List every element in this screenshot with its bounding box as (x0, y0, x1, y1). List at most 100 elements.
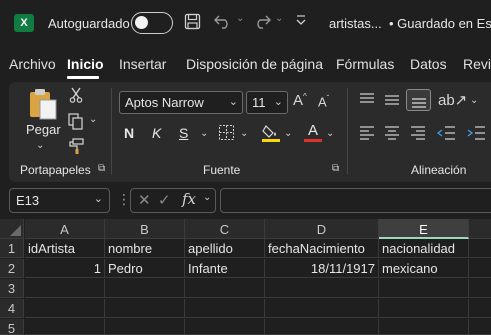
cell-e5[interactable] (379, 319, 469, 335)
cell-a1[interactable]: idArtista (25, 239, 105, 258)
autosave-toggle[interactable] (131, 12, 173, 34)
orientation-dropdown-icon[interactable]: ⌄ (470, 95, 478, 106)
cell-e2[interactable]: mexicano (379, 259, 469, 278)
undo-dropdown-icon[interactable]: ⌄ (236, 13, 244, 24)
increase-indent-icon[interactable] (466, 125, 486, 144)
font-color-dropdown-icon[interactable]: ⌄ (326, 128, 334, 139)
cell-e4[interactable] (379, 299, 469, 318)
row-header[interactable]: 5 (0, 319, 24, 335)
copy-icon[interactable] (67, 112, 85, 130)
underline-dropdown-icon[interactable]: ⌄ (200, 128, 208, 139)
dialog-launcher-icon[interactable]: ⧉ (98, 163, 105, 174)
row-header[interactable]: 1 (0, 239, 24, 258)
italic-button[interactable]: K (152, 125, 161, 141)
orientation-icon[interactable]: ab↗ (438, 91, 467, 109)
cell-e3[interactable] (379, 279, 469, 298)
tab-disposicion-pagina[interactable]: Disposición de página (186, 56, 323, 72)
fx-dropdown-icon[interactable]: ⌄ (203, 192, 211, 203)
font-name-combo[interactable]: Aptos Narrow ⌄ (119, 91, 243, 114)
column-header-d[interactable]: D (265, 219, 379, 239)
underline-button[interactable]: S (179, 125, 188, 141)
save-icon[interactable] (184, 13, 201, 35)
borders-dropdown-icon[interactable]: ⌄ (240, 128, 248, 139)
cell-c4[interactable] (185, 299, 265, 318)
font-size-combo[interactable]: 11 ⌄ (246, 91, 288, 114)
column-header-f[interactable] (469, 219, 491, 239)
tab-archivo[interactable]: Archivo (9, 56, 56, 72)
cell-a3[interactable] (25, 279, 105, 298)
name-box[interactable]: E13 ⌄ (9, 188, 110, 213)
tab-inicio[interactable]: Inicio (67, 56, 104, 72)
paste-icon[interactable] (27, 87, 59, 124)
select-all-corner[interactable] (0, 219, 24, 239)
enter-icon[interactable]: ✓ (158, 191, 171, 209)
cut-icon[interactable] (68, 86, 84, 104)
tab-datos[interactable]: Datos (410, 56, 447, 72)
column-header-a[interactable]: A (25, 219, 105, 239)
align-top-icon[interactable] (358, 92, 376, 111)
cell-d5[interactable] (265, 319, 379, 335)
cell-b2[interactable]: Pedro (105, 259, 185, 278)
more-options-icon[interactable]: ⋮ (117, 191, 131, 208)
column-header-c[interactable]: C (185, 219, 265, 239)
cell-d2[interactable]: 18/11/1917 (265, 259, 379, 278)
row-header[interactable]: 2 (0, 259, 24, 278)
decrease-indent-icon[interactable] (436, 125, 456, 144)
row-header[interactable]: 4 (0, 299, 24, 318)
undo-icon[interactable] (213, 12, 233, 35)
cell-c3[interactable] (185, 279, 265, 298)
fill-color-dropdown-icon[interactable]: ⌄ (284, 128, 292, 139)
cell-b5[interactable] (105, 319, 185, 335)
cell-b1[interactable]: nombre (105, 239, 185, 258)
align-right-icon[interactable] (409, 125, 427, 144)
cell-a2[interactable]: 1 (25, 259, 105, 278)
cell-d4[interactable] (265, 299, 379, 318)
row-header[interactable]: 3 (0, 279, 24, 298)
tab-revisar[interactable]: Revis (463, 56, 491, 72)
ribbon-divider (347, 88, 348, 174)
cell-f5[interactable] (469, 319, 491, 335)
increase-font-size-icon[interactable]: A^ (293, 92, 307, 109)
cell-a5[interactable] (25, 319, 105, 335)
cancel-icon[interactable]: ✕ (138, 191, 151, 209)
cell-b3[interactable] (105, 279, 185, 298)
tab-formulas[interactable]: Fórmulas (336, 56, 394, 72)
save-status: • Guardado en Este P (388, 16, 491, 31)
align-middle-icon[interactable] (383, 92, 401, 111)
decrease-font-size-icon[interactable]: Aˇ (318, 94, 329, 109)
redo-dropdown-icon[interactable]: ⌄ (275, 13, 283, 24)
cell-c2[interactable]: Infante (185, 259, 265, 278)
customize-qat-icon[interactable] (295, 14, 307, 33)
tab-insertar[interactable]: Insertar (119, 56, 166, 72)
cell-e1[interactable]: nacionalidad (379, 239, 469, 258)
cell-d1[interactable]: fechaNacimiento (265, 239, 379, 258)
cell-f4[interactable] (469, 299, 491, 318)
format-painter-icon[interactable] (67, 137, 85, 155)
cell-c5[interactable] (185, 319, 265, 335)
cell-c1[interactable]: apellido (185, 239, 265, 258)
bold-button[interactable]: N (124, 125, 134, 141)
formula-input[interactable] (220, 188, 491, 213)
borders-icon[interactable] (218, 124, 235, 144)
redo-icon[interactable] (252, 12, 272, 35)
align-center-icon[interactable] (383, 125, 401, 144)
cell-f3[interactable] (469, 279, 491, 298)
copy-dropdown-icon[interactable]: ⌄ (89, 114, 97, 125)
cell-b4[interactable] (105, 299, 185, 318)
font-dialog-launcher-icon[interactable]: ⧉ (332, 163, 339, 174)
paste-button[interactable]: Pegar (26, 122, 61, 137)
autosave-label: Autoguardado (48, 16, 130, 31)
cell-d3[interactable] (265, 279, 379, 298)
align-bottom-button[interactable] (406, 89, 431, 111)
fill-color-icon[interactable] (262, 123, 280, 146)
paste-dropdown-icon[interactable]: ⌄ (36, 140, 44, 151)
cell-f2[interactable] (469, 259, 491, 278)
cell-a4[interactable] (25, 299, 105, 318)
column-header-e[interactable]: E (379, 219, 469, 239)
insert-function-button[interactable]: fx (182, 190, 196, 208)
document-title[interactable]: artistas... • Guardado en Este P (329, 16, 491, 31)
cell-f1[interactable] (469, 239, 491, 258)
align-left-icon[interactable] (358, 125, 376, 144)
column-header-b[interactable]: B (105, 219, 185, 239)
font-color-button[interactable]: A (304, 122, 322, 139)
